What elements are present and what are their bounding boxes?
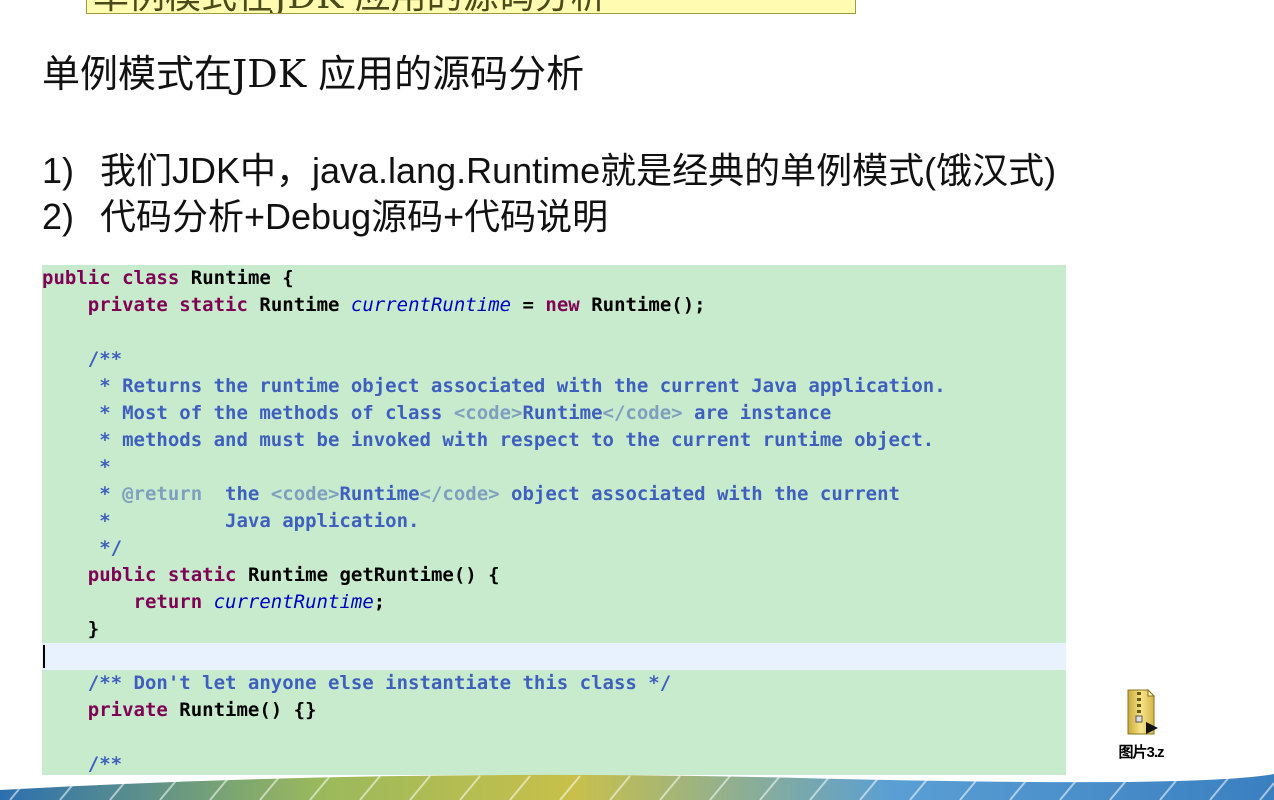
javadoc-text: * methods and must be invoked with respe… [87, 429, 935, 451]
javadoc-line: /** [42, 346, 1066, 373]
javadoc-text: the [202, 483, 271, 505]
bullet-list: 1) 我们JDK中，java.lang.Runtime就是经典的单例模式(饿汉式)… [42, 148, 1056, 240]
keyword: return [133, 591, 203, 613]
bullet-item-2: 2) 代码分析+Debug源码+代码说明 [42, 194, 1056, 240]
keyword: private [87, 294, 168, 316]
operator: = [511, 294, 546, 316]
semicolon: ; [373, 591, 386, 613]
top-title-text: 单例模式在JDK 应用的源码分析 [93, 0, 607, 13]
html-tag: </code> [419, 483, 500, 505]
field-name: currentRuntime [350, 294, 512, 316]
call-tail: (); [671, 294, 706, 316]
javadoc-text: * Most of the methods of class [87, 402, 454, 424]
brace: { [270, 267, 294, 289]
javadoc-line: * Java application. [42, 508, 1066, 535]
bullet-number: 1) [42, 150, 75, 191]
comment-line: /** Don't let anyone else instantiate th… [42, 670, 1066, 697]
method-signature: getRuntime() { [328, 564, 500, 586]
javadoc-text: Runtime [339, 483, 420, 505]
keyword: static [167, 564, 237, 586]
constructor-signature: Runtime() {} [167, 699, 317, 721]
brace: } [87, 618, 100, 640]
bullet-text: 我们JDK中，java.lang.Runtime就是经典的单例模式(饿汉式) [100, 150, 1057, 191]
html-tag: </code> [602, 402, 683, 424]
bullet-text: 代码分析+Debug源码+代码说明 [100, 196, 609, 237]
bullet-item-1: 1) 我们JDK中，java.lang.Runtime就是经典的单例模式(饿汉式) [42, 148, 1056, 194]
code-line: public static Runtime getRuntime() { [42, 562, 1066, 589]
type-name: Runtime [591, 294, 672, 316]
field-name: currentRuntime [213, 591, 374, 613]
javadoc-line: */ [42, 535, 1066, 562]
class-name: Runtime [190, 267, 271, 289]
javadoc-text: * Java application. [87, 510, 420, 532]
zip-file-name: 图片3.z [1118, 744, 1164, 761]
javadoc-line: * Returns the runtime object associated … [42, 373, 1066, 400]
javadoc-line: * Most of the methods of class <code>Run… [42, 400, 1066, 427]
javadoc-open: /** [87, 348, 123, 370]
code-line: } [42, 616, 1066, 643]
zip-file-attachment[interactable]: 图片3.z [1106, 688, 1176, 762]
slide-title: 单例模式在JDK 应用的源码分析 [42, 52, 585, 96]
javadoc-text: * Returns the runtime object associated … [87, 375, 946, 397]
bullet-number: 2) [42, 196, 75, 237]
javadoc-text: Runtime [522, 402, 603, 424]
javadoc-close: */ [87, 537, 123, 559]
javadoc-text: * [87, 483, 123, 505]
zip-file-icon [1127, 688, 1158, 735]
current-line-caret[interactable] [42, 643, 1066, 670]
code-line: private static Runtime currentRuntime = … [42, 292, 1066, 319]
code-editor[interactable]: public class Runtime { private static Ru… [42, 265, 1066, 775]
javadoc-line: /** [42, 751, 1066, 775]
top-title-banner: 单例模式在JDK 应用的源码分析 [86, 0, 856, 14]
javadoc-line: * @return the <code>Runtime</code> objec… [42, 481, 1066, 508]
keyword: public [42, 267, 111, 289]
code-line: return currentRuntime; [42, 589, 1066, 616]
keyword: private [87, 699, 168, 721]
type-name: Runtime [247, 564, 329, 586]
javadoc-line: * [42, 454, 1066, 481]
keyword: class [122, 267, 180, 289]
javadoc-text: * [87, 456, 111, 478]
type-name: Runtime [259, 294, 340, 316]
html-tag: <code> [453, 402, 523, 424]
keyword: public [87, 564, 157, 586]
javadoc-tag: @return [122, 483, 203, 505]
javadoc-text: object associated with the current [499, 483, 900, 505]
javadoc-line: * methods and must be invoked with respe… [42, 427, 1066, 454]
code-line: private Runtime() {} [42, 697, 1066, 724]
keyword: static [179, 294, 248, 316]
javadoc-text: are instance [682, 402, 832, 424]
keyword: new [545, 294, 580, 316]
javadoc-open: /** [87, 753, 123, 775]
html-tag: <code> [270, 483, 340, 505]
code-line: public class Runtime { [42, 265, 1066, 292]
comment-text: /** Don't let anyone else instantiate th… [87, 672, 672, 694]
